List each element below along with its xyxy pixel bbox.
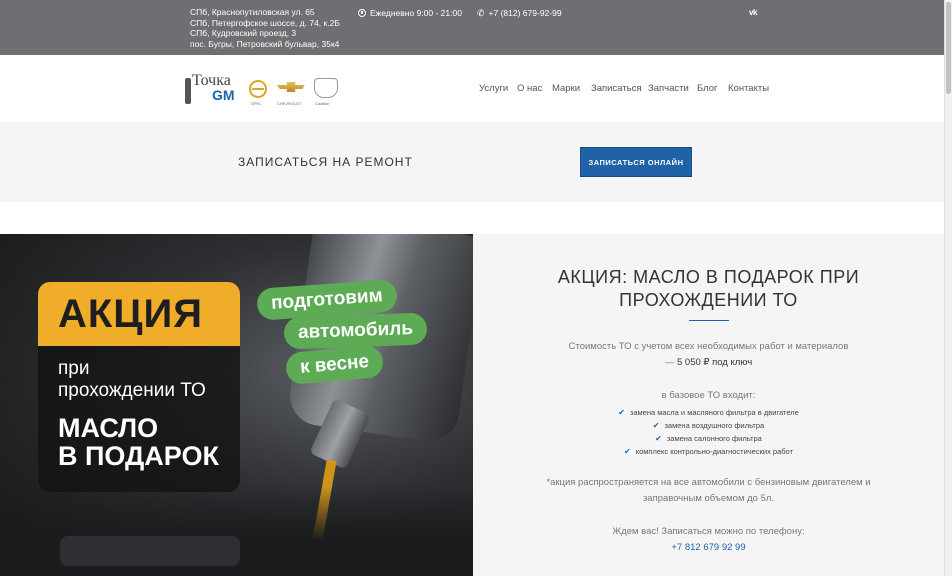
address-item: СПб, Краснопутиловская ул. 65 — [190, 7, 315, 17]
list-item-text: замена воздушного фильтра — [664, 421, 765, 430]
site-header: Точка GM OPEL CHEVROLET Cadillac Услуги … — [0, 55, 944, 122]
promo-subtitle-line: при — [58, 358, 90, 379]
engine-background-image — [0, 486, 473, 576]
promo-note-line: *акция распространяется на все автомобил… — [546, 477, 871, 488]
chevrolet-logo-icon — [277, 82, 305, 92]
list-item-text: замена салонного фильтра — [666, 434, 762, 443]
promo-pill: автомобиль — [283, 312, 428, 350]
list-item: ✔ комплекс контрольно-диагностических раб… — [473, 445, 944, 458]
included-services-list: ✔ замена масла и масляного фильтра в двиг… — [473, 406, 944, 458]
nav-item-services[interactable]: Услуги — [479, 83, 508, 94]
checkmark-icon: ✔ — [655, 434, 662, 443]
nav-item-signup[interactable]: Записаться — [591, 83, 642, 94]
checkmark-icon: ✔ — [624, 447, 631, 456]
address-item: СПб, Кудровский проезд, 3 — [190, 28, 297, 38]
includes-heading: в базовое ТО входит: — [661, 390, 756, 401]
brand-label-cadillac: Cadillac — [315, 101, 330, 106]
page-scrollbar[interactable] — [944, 0, 952, 576]
cost-dash: — — [664, 357, 675, 368]
promo-info-title: АКЦИЯ: МАСЛО В ПОДАРОК ПРИ ПРОХОЖДЕНИИ Т… — [473, 266, 944, 312]
list-item: ✔ замена воздушного фильтра — [473, 419, 944, 432]
promo-subtitle-line: прохождении ТО — [58, 380, 206, 401]
cost-price: 5 050 ₽ под ключ — [676, 357, 753, 368]
list-item: ✔ замена масла и масляного фильтра в двиг… — [473, 406, 944, 419]
working-hours-text: Ежедневно 9:00 - 21:00 — [370, 8, 462, 18]
logo-gm: GM — [212, 87, 235, 103]
working-hours: Ежедневно 9:00 - 21:00 — [358, 8, 462, 18]
promo-card: АКЦИЯ при прохождении ТО МАСЛО В ПОДАРОК — [38, 282, 240, 492]
nav-item-contacts[interactable]: Контакты — [728, 83, 769, 94]
promo-note-line: заправочным объемом до 5л. — [642, 493, 775, 504]
clock-icon — [358, 9, 366, 17]
top-phone-link[interactable]: ✆ +7 (812) 679-92-99 — [477, 8, 562, 18]
address-list: СПб, Краснопутиловская ул. 65 СПб, Петер… — [190, 7, 340, 49]
promo-info-panel: АКЦИЯ: МАСЛО В ПОДАРОК ПРИ ПРОХОЖДЕНИИ Т… — [473, 234, 944, 576]
cadillac-logo-icon — [314, 78, 338, 98]
nav-item-about[interactable]: О нас — [517, 83, 542, 94]
signup-band: ЗАПИСАТЬСЯ НА РЕМОНТ ЗАПИСАТЬСЯ ОНЛАЙН — [0, 122, 944, 202]
promo-headline: МАСЛО В ПОДАРОК — [38, 402, 240, 470]
promo-title-line: ПРОХОЖДЕНИИ ТО — [619, 290, 798, 310]
signup-title: ЗАПИСАТЬСЯ НА РЕМОНТ — [238, 155, 413, 169]
wait-text: Ждем вас! Записаться можно по телефону: — [612, 526, 805, 537]
address-item: пос. Бугры, Петровский бульвар, 35к4 — [190, 38, 340, 49]
site-logo[interactable]: Точка GM OPEL CHEVROLET Cadillac — [181, 72, 341, 106]
top-info-bar: СПб, Краснопутиловская ул. 65 СПб, Петер… — [0, 0, 944, 55]
scrollbar-thumb[interactable] — [946, 2, 951, 94]
nav-item-brands[interactable]: Марки — [552, 83, 580, 94]
checkmark-icon: ✔ — [618, 408, 625, 417]
list-item-text: замена масла и масляного фильтра в двига… — [629, 408, 799, 417]
cost-price-line: — 5 050 ₽ под ключ — [473, 357, 944, 368]
promo-subtitle: при прохождении ТО — [38, 346, 240, 402]
promo-banner-image: АКЦИЯ при прохождении ТО МАСЛО В ПОДАРОК… — [0, 234, 473, 576]
phone-icon: ✆ — [477, 8, 485, 18]
list-item: ✔ замена салонного фильтра — [473, 432, 944, 445]
vk-icon[interactable]: vk — [749, 8, 757, 17]
title-divider — [689, 320, 729, 321]
logo-mascot-icon — [185, 78, 191, 104]
address-item: СПб, Петергофское шоссе, д. 74, к.2Б — [190, 17, 340, 28]
signup-online-button[interactable]: ЗАПИСАТЬСЯ ОНЛАЙН — [580, 147, 692, 177]
promo-badge-text: АКЦИЯ — [58, 291, 204, 336]
nav-item-blog[interactable]: Блог — [697, 83, 718, 94]
brand-label-opel: OPEL — [251, 101, 262, 106]
list-item-text: комплекс контрольно-диагностических рабо… — [635, 447, 793, 456]
promo-title-line: АКЦИЯ: МАСЛО В ПОДАРОК ПРИ — [557, 267, 860, 287]
promo-headline-line: В ПОДАРОК — [58, 441, 219, 471]
brand-label-chevrolet: CHEVROLET — [277, 101, 302, 106]
promo-headline-line: МАСЛО — [58, 413, 159, 443]
checkmark-icon: ✔ — [652, 421, 660, 430]
promo-badge: АКЦИЯ — [38, 282, 240, 346]
promo-phone-link[interactable]: +7 812 679 92 99 — [473, 542, 944, 553]
nav-item-parts[interactable]: Запчасти — [648, 83, 689, 94]
top-phone-text: +7 (812) 679-92-99 — [488, 8, 562, 18]
opel-logo-icon — [249, 80, 267, 98]
cost-text: Стоимость ТО с учетом всех необходимых р… — [568, 341, 849, 352]
